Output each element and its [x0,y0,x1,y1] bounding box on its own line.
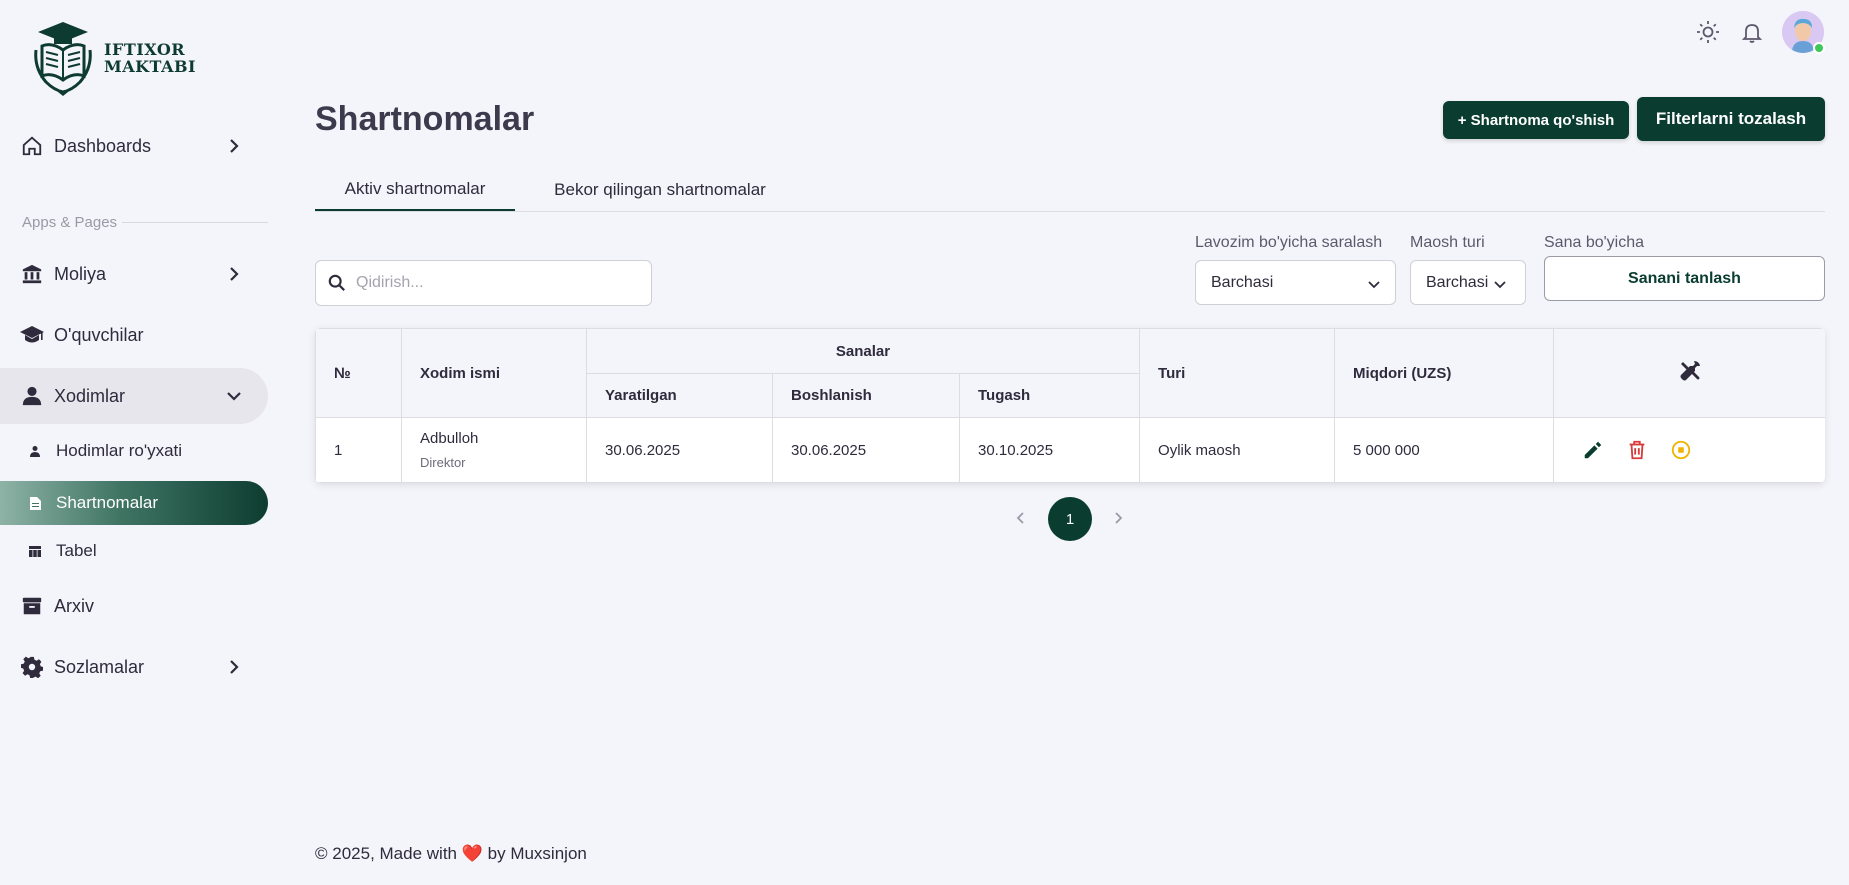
header-amount: Miqdori (UZS) [1334,328,1555,418]
sidebar-subitem-tabel[interactable]: Tabel [0,529,268,573]
heart-icon: ❤️ [461,844,483,863]
tab-cancelled-contracts[interactable]: Bekor qilingan shartnomalar [525,168,795,212]
sidebar-item-label: Moliya [54,263,107,284]
employee-name: Adbulloh [420,430,479,447]
section-label: Apps & Pages [22,214,118,231]
header-dates-group: Sanalar [585,328,1141,374]
sidebar-subitem-shartnomalar[interactable]: Shartnomalar [0,481,268,525]
sidebar-item-oquvchilar[interactable]: O'quvchilar [0,307,268,363]
chevron-right-icon [230,660,239,674]
school-book-icon [34,22,92,96]
contracts-table: № Xodim ismi Sanalar Turi Miqdori (UZS) … [315,328,1825,483]
sidebar-item-dashboards[interactable]: Dashboards [0,118,268,174]
header-end: Tugash [958,373,1141,418]
select-date-button[interactable]: Sanani tanlash [1544,256,1825,301]
sidebar: IFTIXOR MAKTABI Dashboards Apps & Pages … [0,0,270,885]
graduation-cap-icon [20,323,44,347]
table-row: 1 Adbulloh Direktor 30.06.2025 30.06.202… [315,417,1825,483]
salary-filter-select[interactable]: Barchasi [1410,260,1526,305]
add-contract-button[interactable]: + Shartnoma qo'shish [1443,101,1629,139]
page-title: Shartnomalar [315,100,535,138]
sidebar-item-label: Dashboards [54,135,152,156]
chevron-right-icon [230,139,239,153]
cell-actions [1553,417,1825,483]
sidebar-subitem-label: Hodimlar ro'yxati [56,441,183,460]
salary-filter-value: Barchasi [1426,273,1489,291]
sidebar-item-moliya[interactable]: Moliya [0,246,268,302]
delete-icon[interactable] [1626,439,1648,461]
footer-prefix: © 2025, Made with [315,844,457,863]
header-actions [1553,328,1825,418]
sidebar-item-label: O'quvchilar [54,324,144,345]
section-divider [122,222,268,223]
cell-employee: Adbulloh Direktor [401,417,587,483]
brand-line2: MAKTABI [104,57,196,76]
search-input[interactable] [356,274,636,292]
online-status-dot [1813,42,1825,54]
chevron-down-icon [227,392,241,401]
footer-suffix: by Muxsinjon [487,844,587,863]
cell-amount: 5 000 000 [1334,417,1555,483]
brand-line1: IFTIXOR [104,40,186,59]
pagination-prev-icon[interactable] [1010,508,1030,528]
header-number: № [315,328,402,418]
chevron-down-icon [1368,281,1380,289]
cell-type: Oylik maosh [1139,417,1336,483]
archive-icon [20,594,44,618]
sidebar-item-label: Xodimlar [54,385,126,406]
chevron-right-icon [230,267,239,281]
header-type: Turi [1139,328,1336,418]
search-icon [328,274,345,291]
search-box[interactable] [315,260,652,306]
gear-icon [20,655,44,679]
employee-role: Direktor [420,455,466,470]
contract-tabs: Aktiv shartnomalar Bekor qilingan shartn… [315,168,1825,212]
home-icon [20,134,44,158]
sidebar-item-label: Sozlamalar [54,656,145,677]
user-icon [20,384,44,408]
cell-number: 1 [315,417,402,483]
sidebar-item-xodimlar[interactable]: Xodimlar [0,368,268,424]
position-filter-select[interactable]: Barchasi [1195,260,1396,305]
pagination-page-1[interactable]: 1 [1048,497,1092,541]
cell-end: 30.10.2025 [958,417,1141,483]
salary-filter-label: Maosh turi [1410,234,1485,251]
sidebar-item-sozlamalar[interactable]: Sozlamalar [0,639,268,695]
clear-filters-button[interactable]: Filterlarni tozalash [1637,97,1825,141]
tools-icon [1680,361,1700,381]
position-filter-label: Lavozim bo'yicha saralash [1195,234,1383,251]
sidebar-item-arxiv[interactable]: Arxiv [0,578,268,634]
cell-start: 30.06.2025 [772,417,960,483]
position-filter-value: Barchasi [1211,273,1274,291]
pagination-next-icon[interactable] [1109,508,1129,528]
footer: © 2025, Made with ❤️ by Muxsinjon [315,844,587,864]
edit-icon[interactable] [1582,439,1604,461]
sun-icon[interactable] [1694,18,1722,46]
header-start: Boshlanish [772,373,960,418]
header-created: Yaratilgan [586,373,773,418]
sidebar-subitem-hodimlar-royxati[interactable]: Hodimlar ro'yxati [0,429,268,473]
sidebar-subitem-label: Shartnomalar [56,493,159,512]
header-employee-name: Xodim ismi [401,328,587,418]
person-small-icon [28,444,42,458]
tab-active-contracts[interactable]: Aktiv shartnomalar [315,168,515,211]
document-icon [28,496,42,510]
sidebar-item-label: Arxiv [54,595,94,616]
stop-icon[interactable] [1670,439,1692,461]
date-filter-label: Sana bo'yicha [1544,234,1645,251]
cell-created: 30.06.2025 [586,417,773,483]
table-icon [28,544,42,558]
bell-icon[interactable] [1738,18,1766,46]
bank-icon [20,262,44,286]
brand-logo[interactable]: IFTIXOR MAKTABI [34,20,196,96]
chevron-down-icon [1494,281,1506,289]
sidebar-subitem-label: Tabel [56,541,97,560]
